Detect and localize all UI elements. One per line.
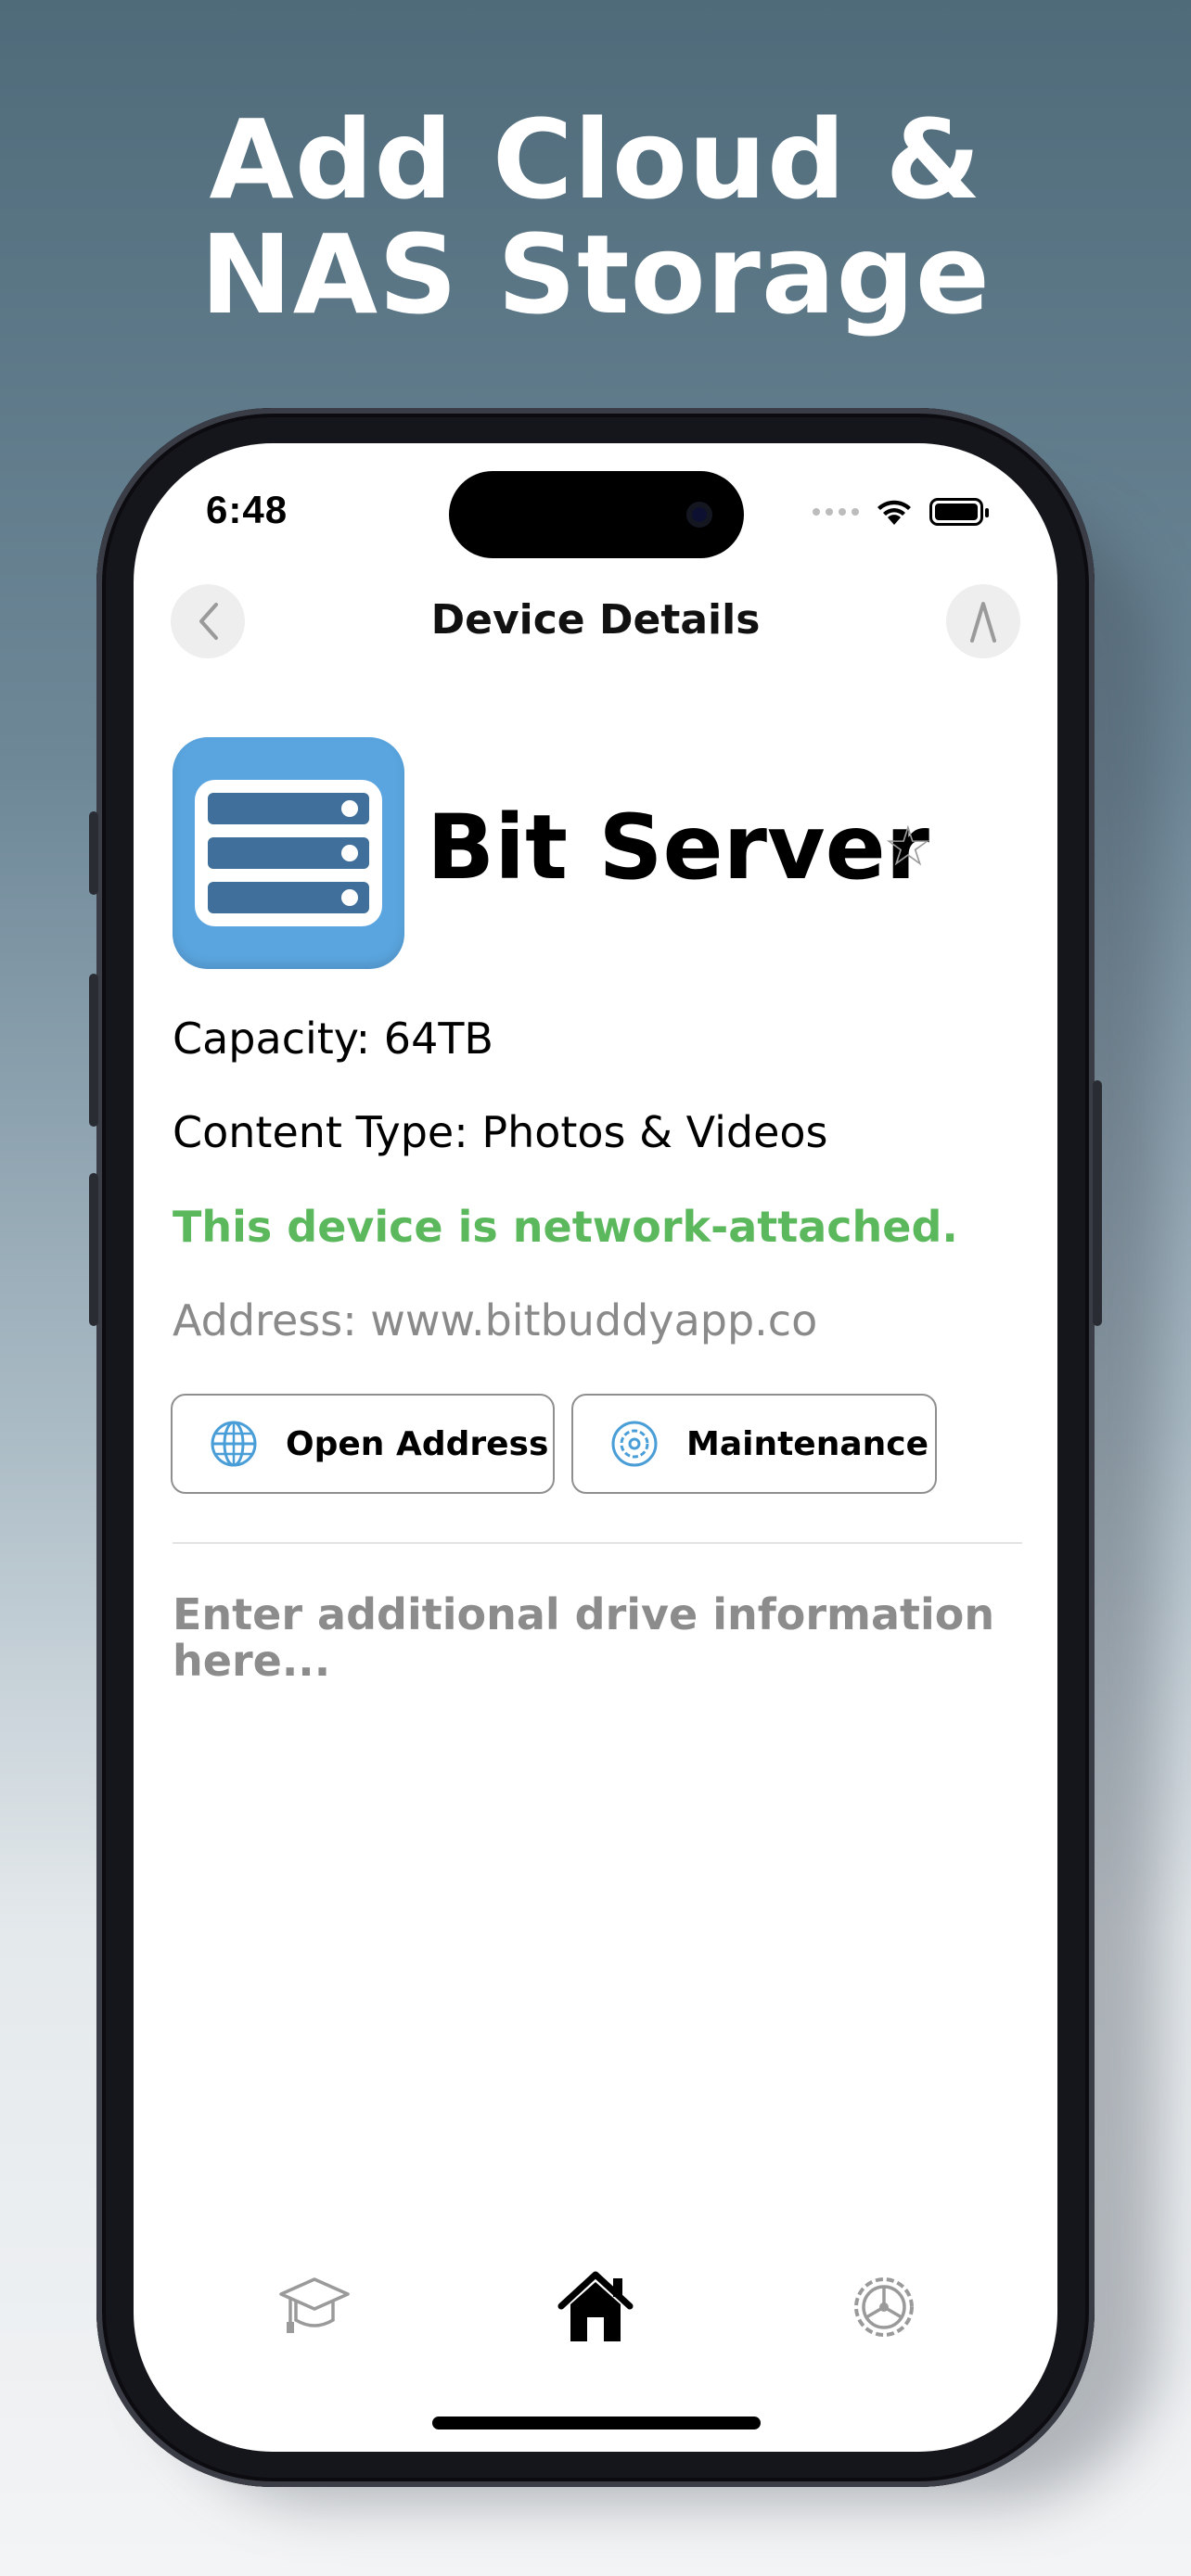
gear-icon bbox=[610, 1420, 659, 1468]
network-status-text: This device is network-attached. bbox=[173, 1202, 958, 1252]
compass-icon bbox=[970, 602, 996, 643]
phone-screen: 6:48 Device Details Bit Server ☆ Capacit… bbox=[134, 443, 1057, 2452]
settings-icon bbox=[854, 2277, 914, 2337]
address-text: Address: www.bitbuddyapp.co bbox=[173, 1295, 818, 1345]
power-button bbox=[1093, 1080, 1102, 1326]
capacity-text: Capacity: 64TB bbox=[173, 1014, 493, 1064]
signal-dots-icon bbox=[813, 508, 859, 516]
notes-field[interactable]: Enter additional drive information here.… bbox=[173, 1591, 1007, 1684]
headline-line-2: NAS Storage bbox=[200, 210, 991, 338]
dynamic-island bbox=[449, 471, 744, 558]
section-divider bbox=[173, 1542, 1022, 1544]
home-icon bbox=[557, 2271, 634, 2341]
open-address-button[interactable]: Open Address bbox=[171, 1394, 555, 1494]
learn-icon bbox=[279, 2277, 350, 2333]
tab-learn[interactable] bbox=[273, 2265, 356, 2349]
action-button bbox=[89, 811, 98, 895]
volume-down-button bbox=[89, 1173, 98, 1326]
device-name: Bit Server bbox=[427, 796, 930, 899]
marketing-headline: Add Cloud & NAS Storage bbox=[0, 102, 1191, 332]
compass-button[interactable] bbox=[946, 584, 1020, 658]
wifi-icon bbox=[877, 500, 911, 525]
globe-icon bbox=[210, 1420, 258, 1468]
tab-settings[interactable] bbox=[842, 2265, 926, 2349]
tab-home[interactable] bbox=[554, 2265, 637, 2349]
open-address-label: Open Address bbox=[286, 1424, 549, 1463]
battery-icon bbox=[929, 498, 989, 526]
maintenance-button[interactable]: Maintenance bbox=[571, 1394, 937, 1494]
headline-line-1: Add Cloud & bbox=[209, 96, 982, 223]
home-indicator bbox=[432, 2417, 761, 2429]
maintenance-label: Maintenance bbox=[686, 1424, 929, 1463]
server-icon bbox=[173, 737, 404, 969]
status-time: 6:48 bbox=[206, 488, 288, 531]
page-title: Device Details bbox=[430, 596, 761, 644]
status-icons bbox=[813, 495, 989, 529]
volume-up-button bbox=[89, 974, 98, 1127]
star-outline-icon[interactable]: ☆ bbox=[883, 814, 933, 879]
content-type-text: Content Type: Photos & Videos bbox=[173, 1107, 828, 1157]
